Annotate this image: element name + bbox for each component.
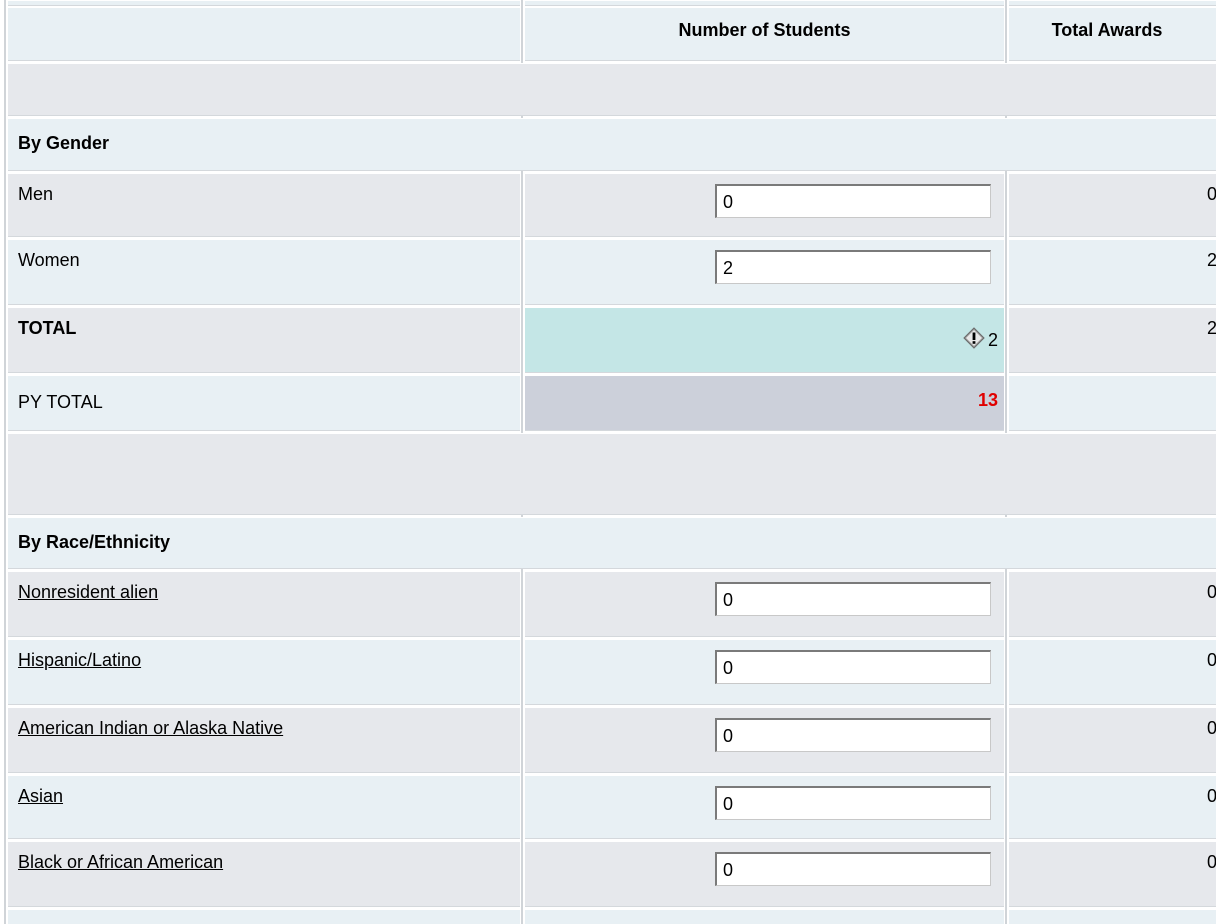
top-edge-cell	[525, 0, 1004, 6]
hispanic-latino-students-input[interactable]: 0	[715, 650, 991, 684]
awards-value: 0	[1009, 173, 1216, 237]
warning-diamond-icon[interactable]	[963, 326, 985, 349]
students-cell: 2	[525, 239, 1004, 305]
py-total-awards-cell	[1009, 375, 1216, 431]
total-awards-value: 2	[1009, 307, 1216, 373]
table-row-py-total: PY TOTAL 13	[0, 375, 1216, 431]
row-label-link[interactable]: Hispanic/Latino	[8, 639, 520, 705]
section-header-gender: By Gender	[0, 118, 1216, 171]
students-cell: 0	[525, 639, 1004, 705]
awards-value: 0	[1009, 841, 1216, 907]
asian-students-input[interactable]: 0	[715, 786, 991, 820]
table-row-women: Women 2 2	[0, 239, 1216, 305]
awards-value: 0	[1009, 571, 1216, 637]
table-row-total: TOTAL 2 2	[0, 307, 1216, 373]
section-header-race: By Race/Ethnicity	[0, 517, 1216, 569]
row-label: Men	[8, 173, 520, 237]
table-top-edge	[0, 0, 1216, 6]
table-row-partial	[0, 909, 1216, 924]
table-header-row: Number of Students Total Awards	[0, 7, 1216, 61]
row-label: PY TOTAL	[8, 375, 520, 431]
py-total-cell: 13	[525, 375, 1004, 431]
data-entry-table: Number of Students Total Awards By Gende…	[0, 0, 1216, 924]
row-label-link[interactable]: Asian	[8, 775, 520, 839]
top-edge-cell	[1009, 0, 1216, 6]
men-students-input[interactable]: 0	[715, 184, 991, 218]
spacer-row	[0, 63, 1216, 116]
total-students-value-wrap: 2	[963, 324, 998, 351]
nonresident-alien-students-input[interactable]: 0	[715, 582, 991, 616]
partial-cell	[525, 909, 1004, 924]
students-cell: 0	[525, 571, 1004, 637]
spacer-cell	[8, 63, 1216, 116]
table-row-hispanic-latino: Hispanic/Latino 0 0	[0, 639, 1216, 705]
header-label-cell	[8, 7, 520, 61]
awards-value: 0	[1009, 775, 1216, 839]
spacer-row	[0, 433, 1216, 515]
table-row-men: Men 0 0	[0, 173, 1216, 237]
spacer-cell	[8, 433, 1216, 515]
partial-cell	[1009, 909, 1216, 924]
top-edge-cell	[8, 0, 520, 6]
total-students-value: 2	[987, 330, 998, 350]
py-total-value: 13	[977, 390, 998, 410]
header-number-of-students: Number of Students	[525, 7, 1004, 61]
awards-value: 0	[1009, 639, 1216, 705]
row-label-link[interactable]: Nonresident alien	[8, 571, 520, 637]
row-label-link[interactable]: Black or African American	[8, 841, 520, 907]
row-label: Women	[8, 239, 520, 305]
section-title: By Race/Ethnicity	[8, 517, 1216, 569]
students-cell: 0	[525, 775, 1004, 839]
total-students-cell: 2	[525, 307, 1004, 373]
students-cell: 0	[525, 173, 1004, 237]
header-total-awards: Total Awards	[1009, 7, 1216, 61]
awards-value: 2	[1009, 239, 1216, 305]
table-row-black-african-american: Black or African American 0 0	[0, 841, 1216, 907]
table-row-american-indian: American Indian or Alaska Native 0 0	[0, 707, 1216, 773]
table-row-asian: Asian 0 0	[0, 775, 1216, 839]
black-african-american-students-input[interactable]: 0	[715, 852, 991, 886]
row-label: TOTAL	[8, 307, 520, 373]
table-row-nonresident-alien: Nonresident alien 0 0	[0, 571, 1216, 637]
awards-value: 0	[1009, 707, 1216, 773]
women-students-input[interactable]: 2	[715, 250, 991, 284]
students-cell: 0	[525, 707, 1004, 773]
students-cell: 0	[525, 841, 1004, 907]
american-indian-students-input[interactable]: 0	[715, 718, 991, 752]
row-label-link[interactable]: American Indian or Alaska Native	[8, 707, 520, 773]
section-title: By Gender	[8, 118, 1216, 171]
partial-cell	[8, 909, 520, 924]
